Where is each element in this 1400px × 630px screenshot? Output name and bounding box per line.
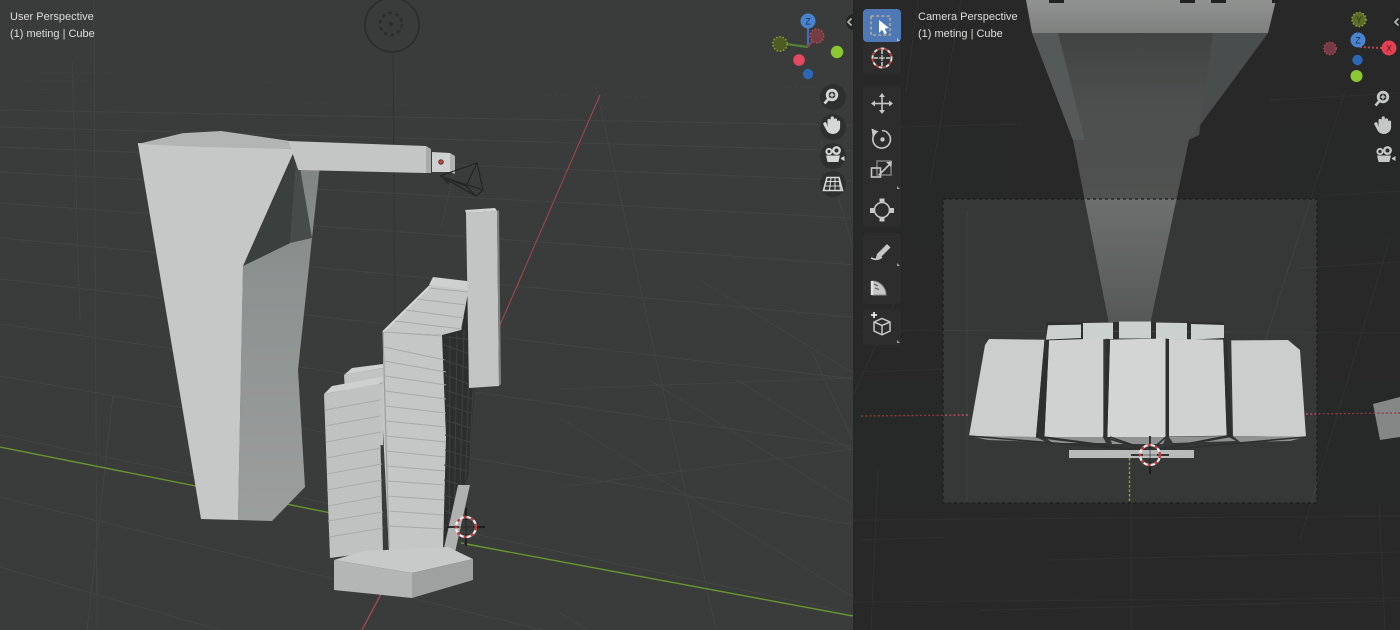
svg-text:Z: Z bbox=[805, 17, 811, 27]
svg-text:User Perspective: User Perspective bbox=[10, 11, 94, 23]
svg-text:(1) meting | Cube: (1) meting | Cube bbox=[10, 28, 95, 40]
svg-text:Y: Y bbox=[1356, 15, 1362, 25]
svg-text:Camera Perspective: Camera Perspective bbox=[918, 11, 1018, 23]
svg-text:Z: Z bbox=[1355, 36, 1361, 46]
svg-text:X: X bbox=[1386, 44, 1392, 54]
svg-text:(1) meting | Cube: (1) meting | Cube bbox=[918, 28, 1003, 40]
